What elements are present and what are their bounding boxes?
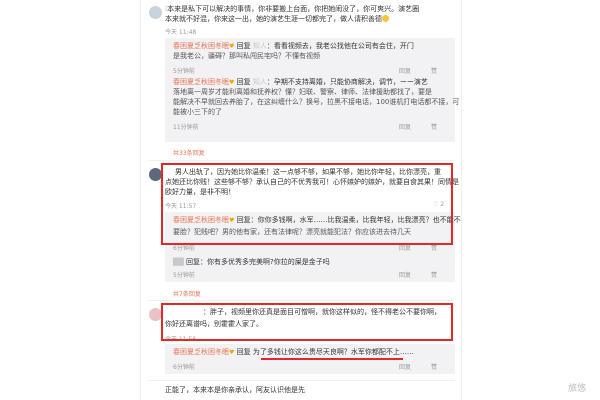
comment-text: 本来是私下可以解决的事情，你非要搬上台面，你把她闹没了，你可爽兴。演艺圈: [167, 5, 420, 13]
comment-text: 本来就不好混，你来这一出，她的演艺生涯一切都完了，做人请积善德: [165, 15, 382, 23]
screenshot-page: I本来是私下可以解决的事情，你非要搬上台面，你把她闹没了，你可爽兴。演艺圈 本来…: [0, 0, 600, 400]
reply-button[interactable]: 回复: [399, 362, 411, 371]
replier-name[interactable]: 春困夏乏秋困冬眠: [173, 348, 229, 356]
comment-4-line-1: 正能了，本来本是你亲承认，阿友认识他是先: [165, 386, 305, 394]
reply-time: 6分钟前: [173, 364, 195, 371]
reply-label: 回复: [236, 42, 251, 50]
watermark: 旅悠: [567, 384, 586, 394]
like-button[interactable]: 赞: [431, 362, 437, 371]
comment-thread: I本来是私下可以解决的事情，你非要搬上台面，你把她闹没了，你可爽兴。演艺圈 本来…: [140, 0, 462, 400]
reply-button[interactable]: 回复: [399, 270, 411, 279]
like-button[interactable]: 赞: [431, 270, 437, 279]
divider: [149, 300, 455, 301]
reply-target[interactable]: 知人: [253, 78, 267, 86]
smile-emoji-icon: [382, 15, 389, 22]
like-button[interactable]: 赞: [431, 122, 437, 131]
divider: [149, 160, 455, 161]
highlight-underline: [261, 358, 403, 360]
reply-target[interactable]: 知人: [253, 42, 267, 50]
replier-name[interactable]: ██: [173, 258, 184, 266]
more-replies-link[interactable]: 共33条回复: [173, 148, 205, 157]
highlight-box: [161, 303, 453, 341]
reply-label: 回复: [236, 78, 251, 86]
avatar[interactable]: [149, 6, 162, 19]
highlight-box: [161, 163, 453, 245]
comment-1-line-2: 本来就不好混，你来这一出，她的演艺生涯一切都完了，做人请积善德: [165, 15, 389, 24]
comment-1-line-1: I本来是私下可以解决的事情，你非要搬上台面，你把她闹没了，你可爽兴。演艺圈: [165, 5, 419, 14]
reply-2-line-2: 落地离一周岁才能利离婚和抚养权？懂？妇联、警察、律师、法律援助都找了，要是: [173, 88, 432, 96]
reply-time: 5分钟前: [173, 272, 195, 279]
reply-2-line-1: 春困夏乏秋困冬眠♥ 回复 知人：孕期不支持离婚，只能协商解决，调节，ーー演艺: [173, 78, 428, 87]
reply-text: ：看看视频去，我老公找他在公司有会住，开门: [266, 42, 414, 50]
replier-name[interactable]: 春困夏乏秋困冬眠: [173, 78, 229, 86]
reply-4-line-1: ██ 回复：你有多优秀多完美啊?你拉的屎是金子吗: [173, 258, 330, 267]
vip-badge-icon: ♥: [229, 349, 235, 356]
reply-text: ：你有多优秀多完美啊?你拉的屎是金子吗: [200, 258, 330, 266]
like-button[interactable]: 赞: [431, 66, 437, 75]
reply-1-line-2: 是我老公，疆碍？那叫私闯民宅吗？不懂有视频: [173, 52, 320, 60]
divider: [149, 380, 455, 381]
reply-1-line-1: 春困夏乏秋困冬眠♥ 回复 知人：看看视频去，我老公找他在公司有会住，开门: [173, 42, 414, 51]
comment-time: 今天 11:48: [165, 29, 197, 36]
vip-badge-icon: ♥: [229, 79, 235, 86]
reply-button[interactable]: 回复: [399, 66, 411, 75]
reply-button[interactable]: 回复: [399, 122, 411, 131]
replier-name[interactable]: 春困夏乏秋困冬眠: [173, 42, 229, 50]
reply-text: 为了多钱让你这么贵尽天良啊？水军你都配不上……: [252, 348, 414, 356]
reply-time: 11分钟前: [173, 124, 199, 131]
reply-label: 回复: [236, 348, 251, 356]
reply-text: ：孕期不支持离婚，只能协商解决，调节，ーー演艺: [266, 78, 428, 86]
vip-badge-icon: ♥: [229, 43, 235, 50]
reply-2-line-3: 能解决不早就回去养胎了，在这纠缠什么？换号，拉黑不接电话，100谁机打电话都不接…: [173, 98, 460, 106]
more-replies-link[interactable]: 共7条回复: [173, 289, 201, 298]
reply-2-line-4: 能被小三下的了: [173, 108, 222, 116]
reply-5-line-1: 春困夏乏秋困冬眠♥ 回复 为了多钱让你这么贵尽天良啊？水军你都配不上……: [173, 348, 414, 357]
reply-label: 回复: [186, 258, 201, 266]
reply-time: 5分钟前: [173, 68, 195, 75]
